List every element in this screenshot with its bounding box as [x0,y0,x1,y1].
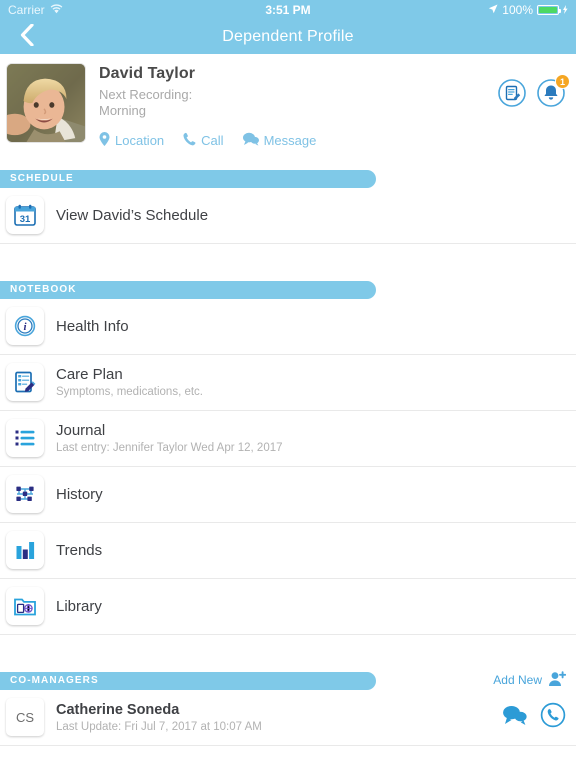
schedule-header-bar: SCHEDULE [0,169,376,188]
list-icon [6,419,44,457]
row-title: Health Info [56,317,129,335]
comanager-name: Catherine Soneda [56,701,180,718]
phone-circle-icon[interactable] [540,702,566,733]
carrier-label: Carrier [8,3,45,17]
row-health-info[interactable]: i Health Info [0,298,576,355]
row-subtitle: Symptoms, medications, etc. [56,386,203,398]
chevron-left-icon [20,22,34,51]
section-spacer [0,745,576,764]
comanager-subtitle: Last Update: Fri Jul 7, 2017 at 10:07 AM [56,720,262,733]
location-arrow-icon [488,3,498,17]
row-text: Library [56,598,102,615]
row-view-schedule[interactable]: 31 View David’s Schedule [0,187,576,244]
row-text: Catherine Soneda Last Update: Fri Jul 7,… [56,702,262,733]
row-title: Library [56,597,102,615]
location-label: Location [115,132,165,148]
charging-bolt-icon [563,3,568,17]
message-bubble-icon [242,132,259,149]
row-text: Journal Last entry: Jennifer Taylor Wed … [56,422,283,454]
clipboard-pencil-icon [6,363,44,401]
map-pin-icon [99,131,110,149]
alerts-badge: 1 [555,74,570,89]
status-bar-left: Carrier [8,3,63,17]
profile-name: David Taylor [99,65,196,82]
row-title: Journal [56,422,106,439]
add-new-label: Add New [493,673,542,687]
row-title: History [56,485,103,503]
notebook-header-label: NOTEBOOK [10,284,77,295]
avatar-initials: CS [6,698,44,736]
back-button[interactable] [10,20,44,54]
profile-actions: Location Call Message [99,131,566,149]
section-spacer [0,243,576,270]
row-trends[interactable]: Trends [0,522,576,579]
row-title: Trends [56,541,103,559]
folder-globe-icon [6,587,44,625]
next-recording-value: Morning [99,103,146,119]
child-photo-avatar [7,64,85,142]
row-care-plan[interactable]: Care Plan Symptoms, medications, etc. [0,354,576,411]
network-nodes-icon [6,475,44,513]
row-text: Care Plan Symptoms, medications, etc. [56,366,203,398]
page-title: Dependent Profile [222,28,354,45]
row-text: History [56,486,103,503]
row-journal[interactable]: Journal Last entry: Jennifer Taylor Wed … [0,410,576,467]
message-button[interactable]: Message [242,132,317,149]
section-comanagers-header: CO-MANAGERS Add New [0,670,576,690]
message-label: Message [263,132,317,148]
location-button[interactable]: Location [99,131,165,149]
comanagers-header-bar: CO-MANAGERS [0,671,376,690]
comanagers-header-label: CO-MANAGERS [10,675,99,686]
call-label: Call [201,132,224,148]
note-document-icon [498,79,526,107]
next-recording-label: Next Recording: [99,87,193,102]
profile-info: David Taylor Next Recording: Morning Loc… [99,63,566,149]
section-spacer [0,634,576,661]
notebook-header-bar: NOTEBOOK [0,280,376,299]
row-library[interactable]: Library [0,578,576,635]
section-notebook-header: NOTEBOOK [0,280,576,299]
call-button[interactable]: Call [183,132,224,149]
row-text: View David’s Schedule [56,207,208,224]
row-subtitle: Last entry: Jennifer Taylor Wed Apr 12, … [56,442,283,454]
row-text: Trends [56,542,102,559]
profile-header: David Taylor Next Recording: Morning Loc… [0,54,576,159]
comanager-actions [502,702,566,733]
row-comanager[interactable]: CS Catherine Soneda Last Update: Fri Jul… [0,689,576,746]
avatar[interactable] [6,63,86,143]
alerts-button[interactable]: 1 [537,74,570,107]
bar-chart-icon [6,531,44,569]
app-root: Carrier 3:51 PM 100% Dependent Profile D… [0,0,576,768]
row-title: View David’s Schedule [56,206,209,224]
row-history[interactable]: History [0,466,576,523]
wifi-icon [50,3,63,17]
person-plus-icon [548,670,567,690]
nav-bar: Dependent Profile [0,20,576,54]
phone-icon [183,132,196,149]
battery-percent-label: 100% [502,3,533,17]
row-text: Health Info [56,318,129,335]
calendar-31-icon: 31 [6,196,44,234]
row-title: Care Plan [56,366,123,383]
battery-icon [537,5,561,15]
notes-button[interactable] [498,79,526,107]
add-comanager-button[interactable]: Add New [493,670,567,690]
svg-text:31: 31 [20,214,31,225]
status-bar-right: 100% [488,3,568,17]
message-bubbles-icon[interactable] [502,704,528,731]
info-circle-icon: i [6,307,44,345]
status-bar: Carrier 3:51 PM 100% [0,0,576,20]
profile-tool-buttons: 1 [498,74,570,107]
section-schedule-header: SCHEDULE [0,169,576,188]
schedule-header-label: SCHEDULE [10,173,74,184]
